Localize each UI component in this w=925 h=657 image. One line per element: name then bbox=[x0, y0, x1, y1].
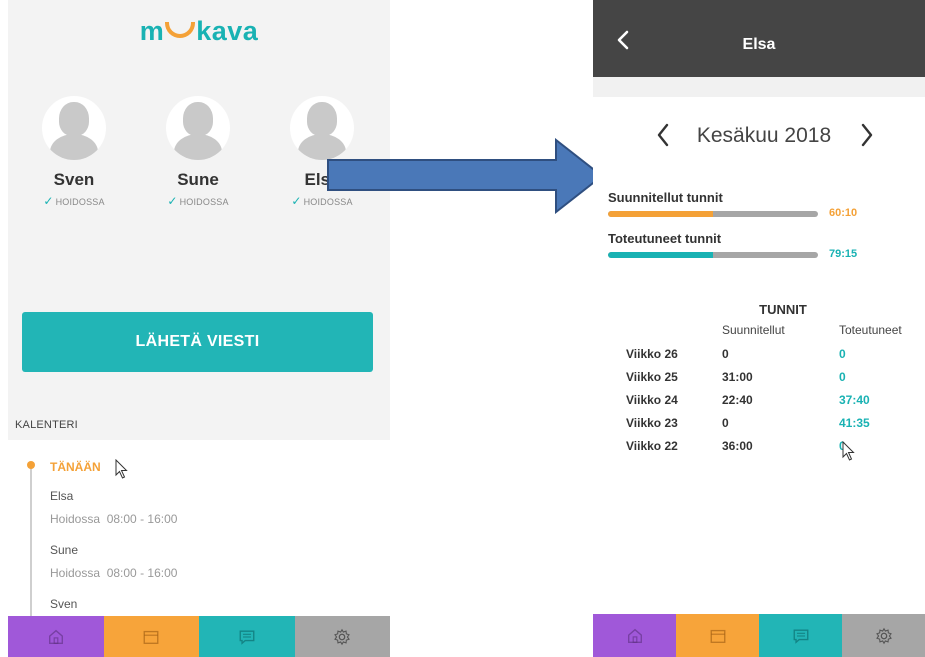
header-bar: Elsa bbox=[593, 0, 925, 77]
table-row: Viikko 24 22:40 37:40 bbox=[593, 393, 925, 413]
tab-settings[interactable] bbox=[842, 614, 925, 657]
week-label: Viikko 25 bbox=[626, 370, 678, 384]
planned-value: 22:40 bbox=[722, 393, 753, 407]
planned-hours-label: Suunnitellut tunnit bbox=[608, 190, 723, 205]
table-row: Viikko 23 0 41:35 bbox=[593, 416, 925, 436]
check-icon: ✓ bbox=[291, 194, 302, 208]
message-icon bbox=[239, 629, 255, 645]
week-label: Viikko 22 bbox=[626, 439, 678, 453]
actual-hours-value: 79:15 bbox=[829, 248, 858, 260]
tab-messages[interactable] bbox=[199, 616, 295, 657]
actual-value: 0 bbox=[839, 347, 846, 361]
actual-hours-bar-fill bbox=[608, 252, 713, 258]
column-header-actual: Toteutuneet bbox=[839, 323, 902, 337]
planned-value: 36:00 bbox=[722, 439, 753, 453]
hours-table-title: TUNNIT bbox=[759, 302, 807, 317]
gear-icon bbox=[875, 627, 892, 644]
home-icon bbox=[627, 628, 642, 643]
planned-value: 0 bbox=[722, 347, 729, 361]
avatar bbox=[166, 96, 230, 160]
tab-home[interactable] bbox=[593, 614, 676, 657]
message-icon bbox=[793, 628, 808, 644]
planned-hours-value: 60:10 bbox=[829, 207, 858, 219]
actual-value: 41:35 bbox=[839, 416, 870, 430]
mouse-cursor-icon bbox=[115, 459, 128, 479]
child-card-sven[interactable]: Sven ✓ HOIDOSSA bbox=[24, 96, 124, 208]
table-row: Viikko 22 36:00 0 bbox=[593, 439, 925, 459]
planned-value: 0 bbox=[722, 416, 729, 430]
calendar-entry[interactable]: Elsa Hoidossa 08:00 - 16:00 bbox=[50, 489, 177, 526]
transition-arrow-icon bbox=[327, 138, 604, 214]
tab-calendar[interactable] bbox=[676, 614, 759, 657]
planned-hours-bar-fill bbox=[608, 211, 713, 217]
week-label: Viikko 26 bbox=[626, 347, 678, 361]
table-row: Viikko 26 0 0 bbox=[593, 347, 925, 367]
calendar-panel: TÄNÄÄN Elsa Hoidossa 08:00 - 16:00 Sune … bbox=[8, 440, 390, 616]
child-status: ✓ HOIDOSSA bbox=[43, 194, 105, 208]
month-label: Kesäkuu 2018 bbox=[696, 124, 832, 147]
avatar bbox=[42, 96, 106, 160]
table-row: Viikko 25 31:00 0 bbox=[593, 370, 925, 390]
calendar-entry[interactable]: Sven bbox=[50, 597, 77, 611]
check-icon: ✓ bbox=[167, 194, 178, 208]
gear-icon bbox=[334, 628, 351, 645]
column-header-planned: Suunnitellut bbox=[722, 323, 785, 337]
logo-text-start: m bbox=[139, 16, 165, 46]
home-icon bbox=[48, 629, 63, 644]
mukava-logo: m kava bbox=[8, 16, 390, 47]
calendar-entry[interactable]: Sune Hoidossa 08:00 - 16:00 bbox=[50, 543, 177, 580]
week-label: Viikko 23 bbox=[626, 416, 678, 430]
week-label: Viikko 24 bbox=[626, 393, 678, 407]
planned-hours-bar bbox=[608, 211, 818, 217]
actual-value: 0 bbox=[839, 370, 846, 384]
calendar-icon bbox=[710, 629, 725, 643]
tab-settings[interactable] bbox=[294, 616, 390, 657]
tab-messages[interactable] bbox=[759, 614, 842, 657]
child-card-sune[interactable]: Sune ✓ HOIDOSSA bbox=[148, 96, 248, 208]
previous-month-chevron-icon[interactable] bbox=[655, 122, 671, 148]
calendar-title: KALENTERI bbox=[15, 419, 78, 431]
entry-time: Hoidossa 08:00 - 16:00 bbox=[50, 512, 178, 526]
actual-hours-bar bbox=[608, 252, 818, 258]
entry-name: Elsa bbox=[50, 489, 74, 503]
mouse-cursor-icon bbox=[842, 441, 855, 461]
next-month-chevron-icon[interactable] bbox=[859, 122, 875, 148]
planned-value: 31:00 bbox=[722, 370, 753, 384]
bottom-tab-bar bbox=[8, 616, 390, 657]
sub-header-strip bbox=[593, 77, 925, 97]
child-name: Sven bbox=[53, 170, 95, 189]
tab-calendar[interactable] bbox=[103, 616, 199, 657]
logo-text-end: kava bbox=[196, 16, 259, 46]
child-status: ✓ HOIDOSSA bbox=[167, 194, 229, 208]
calendar-icon bbox=[143, 630, 159, 644]
entry-time: Hoidossa 08:00 - 16:00 bbox=[50, 566, 178, 580]
logo-smile-icon bbox=[165, 22, 196, 38]
timeline-dot bbox=[27, 461, 35, 469]
check-icon: ✓ bbox=[43, 194, 54, 208]
send-message-button[interactable]: LÄHETÄ VIESTI bbox=[22, 312, 373, 372]
today-label: TÄNÄÄN bbox=[50, 460, 101, 474]
bottom-tab-bar bbox=[593, 614, 925, 657]
home-screen: m kava Sven ✓ HOIDOSSA Sune ✓ HOIDOSSA Elsa… bbox=[8, 0, 390, 657]
page-title: Elsa bbox=[742, 36, 776, 53]
actual-hours-label: Toteutuneet tunnit bbox=[608, 231, 722, 246]
child-name: Sune bbox=[177, 170, 219, 189]
entry-name: Sven bbox=[50, 597, 78, 611]
timeline-line bbox=[30, 464, 32, 616]
tab-home[interactable] bbox=[8, 616, 104, 657]
child-detail-screen: Elsa Kesäkuu 2018 Suunnitellut tunnit 60… bbox=[593, 0, 925, 657]
actual-value: 37:40 bbox=[839, 393, 870, 407]
entry-name: Sune bbox=[50, 543, 79, 557]
